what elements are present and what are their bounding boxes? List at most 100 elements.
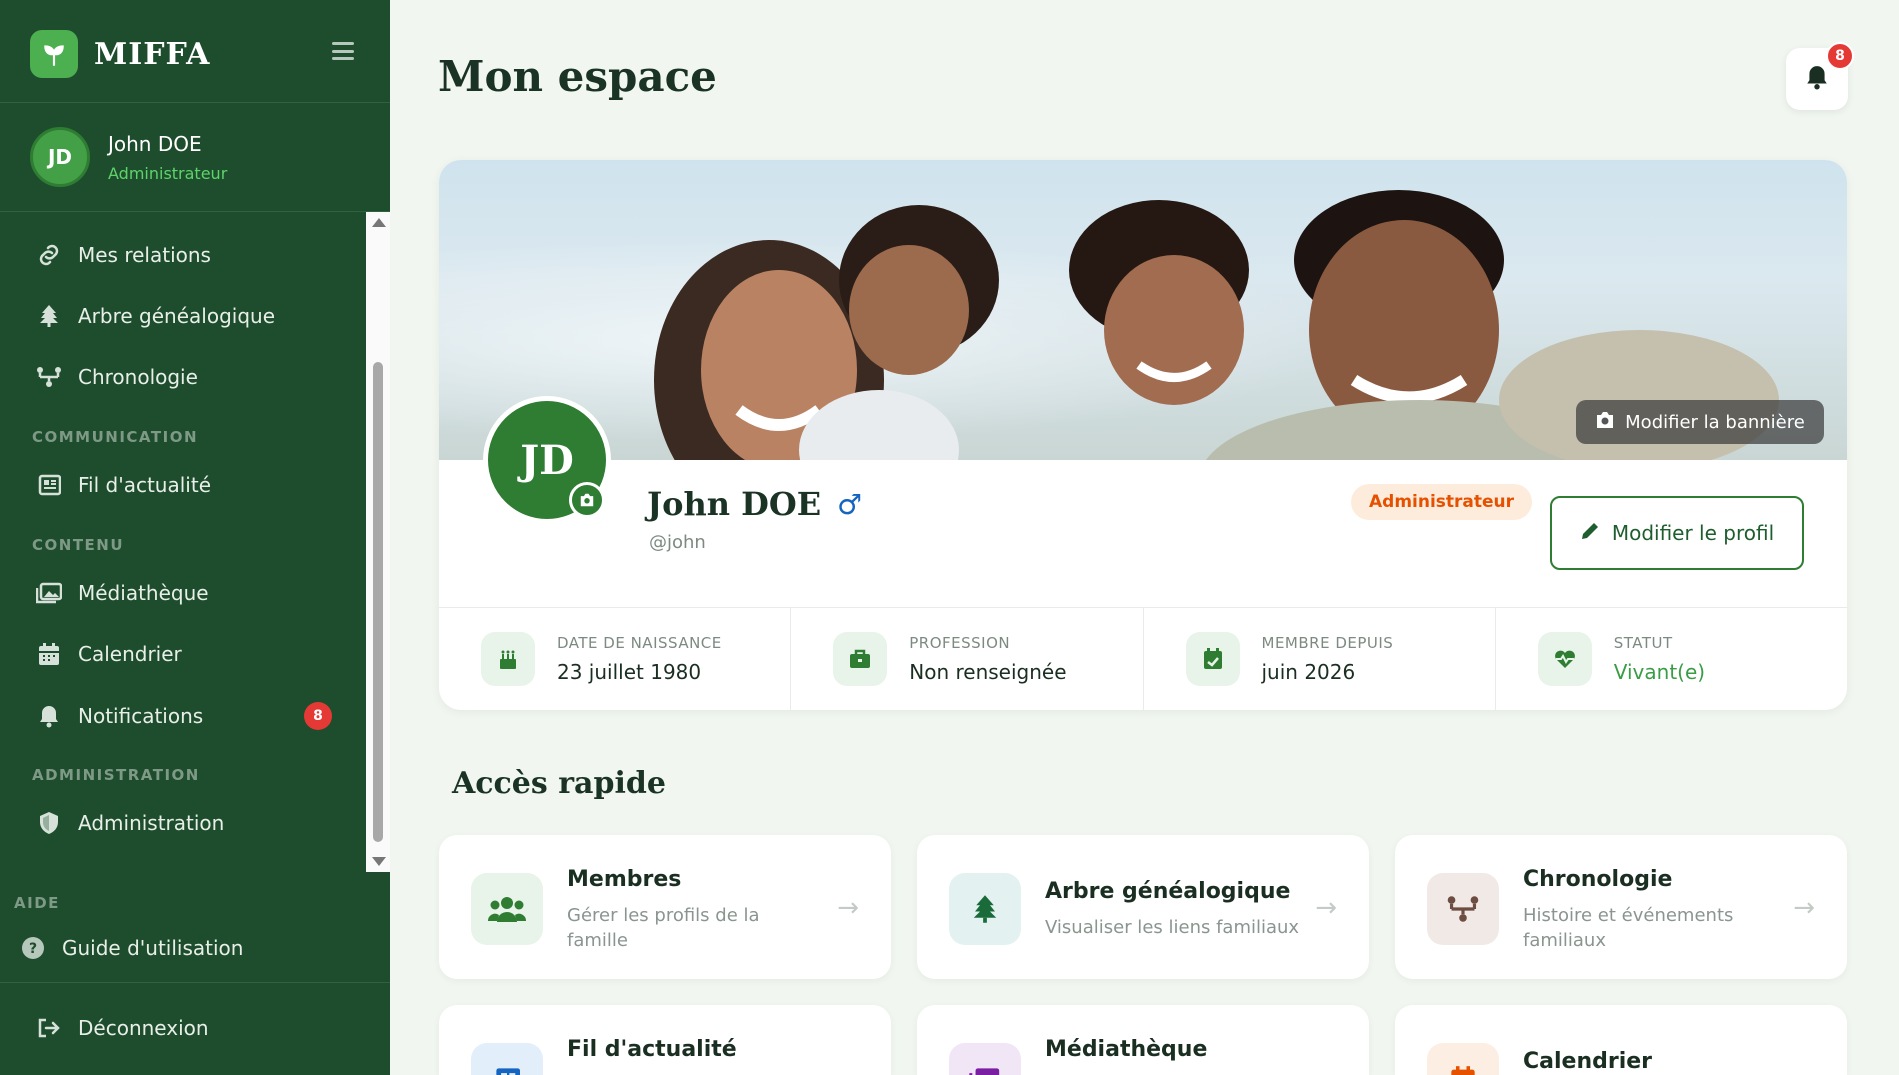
avatar: JD — [30, 127, 90, 187]
newspaper-icon — [471, 1043, 543, 1075]
notification-count-badge: 8 — [304, 702, 332, 730]
stat-value: 23 juillet 1980 — [557, 660, 702, 684]
quick-card-title: Membres — [567, 867, 682, 892]
profile-card: Modifier la bannière JD John DOE ♂ @john… — [439, 160, 1847, 710]
stat-label: DATE DE NAISSANCE — [557, 634, 722, 652]
edit-banner-label: Modifier la bannière — [1625, 411, 1805, 433]
sidebar-item-notifications[interactable]: Notifications 8 — [36, 702, 332, 730]
sidebar-item-timeline[interactable]: Chronologie — [36, 364, 198, 390]
edit-banner-button[interactable]: Modifier la bannière — [1576, 400, 1824, 444]
sidebar-scrollbar[interactable] — [366, 212, 390, 872]
quick-card-tree[interactable]: Arbre généalogique Visualiser les liens … — [917, 835, 1369, 979]
bell-icon — [1805, 64, 1829, 94]
brand-name: MIFFA — [94, 36, 211, 72]
nav-scroll-area: Mes relations Arbre généalogique Chronol… — [0, 212, 390, 872]
quick-card-calendar[interactable]: Calendrier — [1395, 1005, 1847, 1075]
link-icon — [36, 242, 62, 268]
profile-handle: @john — [649, 532, 706, 553]
sidebar-item-tree[interactable]: Arbre généalogique — [36, 303, 275, 329]
timeline-icon — [36, 364, 62, 390]
quick-card-title: Calendrier — [1523, 1049, 1653, 1074]
camera-icon — [1595, 411, 1615, 434]
user-name: John DOE — [108, 131, 202, 156]
nav-section-aide: AIDE — [14, 894, 60, 912]
notification-badge: 8 — [1826, 42, 1854, 70]
pencil-icon — [1580, 521, 1600, 546]
quick-card-media[interactable]: Médiathèque — [917, 1005, 1369, 1075]
sidebar-item-calendar[interactable]: Calendrier — [36, 641, 182, 667]
scroll-up-arrow-icon[interactable] — [372, 218, 386, 227]
question-circle-icon: ? — [20, 935, 46, 961]
newspaper-icon — [36, 472, 62, 498]
sidebar-item-label: Calendrier — [78, 642, 182, 666]
current-user[interactable]: JD John DOE Administrateur — [30, 127, 227, 187]
images-icon — [949, 1043, 1021, 1075]
profile-name-row: John DOE ♂ — [647, 485, 862, 523]
stat-label: PROFESSION — [909, 634, 1011, 652]
images-icon — [36, 580, 62, 606]
arrow-right-icon: → — [1315, 893, 1337, 923]
briefcase-icon — [833, 632, 888, 686]
heartbeat-icon — [1537, 632, 1592, 686]
sidebar-item-media[interactable]: Médiathèque — [36, 580, 209, 606]
quick-card-feed[interactable]: Fil d'actualité — [439, 1005, 891, 1075]
change-avatar-camera-icon[interactable] — [569, 482, 605, 518]
sidebar-item-label: Fil d'actualité — [78, 473, 211, 497]
edit-profile-button[interactable]: Modifier le profil — [1550, 496, 1804, 570]
sprout-icon — [30, 30, 78, 78]
quick-card-title: Médiathèque — [1045, 1037, 1208, 1062]
calendar-check-icon — [1185, 632, 1240, 686]
quick-card-title: Chronologie — [1523, 867, 1673, 892]
quick-card-desc: Visualiser les liens familiaux — [1045, 917, 1300, 938]
sidebar-item-label: Mes relations — [78, 243, 211, 267]
profile-stats: DATE DE NAISSANCE 23 juillet 1980 PROFES… — [439, 607, 1847, 710]
nav-section-contenu: CONTENU — [32, 536, 125, 554]
sidebar-item-guide[interactable]: ? Guide d'utilisation — [20, 935, 243, 961]
quick-card-desc: Gérer les profils de la famille — [567, 905, 760, 951]
quick-card-title: Arbre généalogique — [1045, 879, 1291, 904]
stat-value: Non renseignée — [909, 660, 1067, 684]
quick-card-desc: Histoire et événements familiaux — [1523, 905, 1734, 951]
user-role: Administrateur — [108, 163, 228, 183]
shield-icon — [36, 810, 62, 836]
stat-status: STATUT Vivant(e) — [1496, 608, 1847, 710]
arrow-right-icon: → — [837, 893, 859, 923]
divider — [0, 982, 390, 983]
sidebar-item-administration[interactable]: Administration — [36, 810, 224, 836]
calendar-icon — [36, 641, 62, 667]
stat-birthdate: DATE DE NAISSANCE 23 juillet 1980 — [439, 608, 792, 710]
tree-icon — [949, 873, 1021, 945]
sidebar-item-label: Administration — [78, 811, 225, 835]
birthday-cake-icon — [481, 632, 535, 686]
quick-card-timeline[interactable]: Chronologie Histoire et événements famil… — [1395, 835, 1847, 979]
brand[interactable]: MIFFA — [30, 30, 210, 78]
arrow-right-icon: → — [1793, 893, 1815, 923]
bell-icon — [36, 703, 62, 729]
stat-value: juin 2026 — [1261, 660, 1356, 684]
timeline-icon — [1427, 873, 1499, 945]
sidebar-item-label: Médiathèque — [78, 581, 209, 605]
role-badge: Administrateur — [1351, 484, 1533, 520]
sidebar-item-label: Notifications — [78, 704, 204, 728]
calendar-icon — [1427, 1043, 1499, 1075]
sidebar-item-feed[interactable]: Fil d'actualité — [36, 472, 211, 498]
profile-name: John DOE — [647, 485, 822, 523]
scroll-down-arrow-icon[interactable] — [372, 857, 386, 866]
sidebar-item-label: Chronologie — [78, 365, 198, 389]
logout-button[interactable]: Déconnexion — [36, 1015, 209, 1041]
menu-toggle-icon[interactable] — [332, 42, 354, 60]
logout-label: Déconnexion — [78, 1016, 209, 1040]
quick-card-members[interactable]: Membres Gérer les profils de la famille … — [439, 835, 891, 979]
stat-profession: PROFESSION Non renseignée — [791, 608, 1144, 710]
scrollbar-thumb[interactable] — [373, 362, 383, 842]
sidebar-item-relations[interactable]: Mes relations — [36, 242, 211, 268]
quick-card-title: Fil d'actualité — [567, 1037, 737, 1062]
users-icon — [471, 873, 543, 945]
stat-member-since: MEMBRE DEPUIS juin 2026 — [1144, 608, 1496, 710]
nav-section-administration: ADMINISTRATION — [32, 766, 200, 784]
page-title: Mon espace — [438, 52, 717, 101]
tree-icon — [36, 303, 62, 329]
quick-access-title: Accès rapide — [452, 766, 666, 801]
stat-label: MEMBRE DEPUIS — [1261, 634, 1394, 652]
stat-value: Vivant(e) — [1613, 660, 1706, 684]
